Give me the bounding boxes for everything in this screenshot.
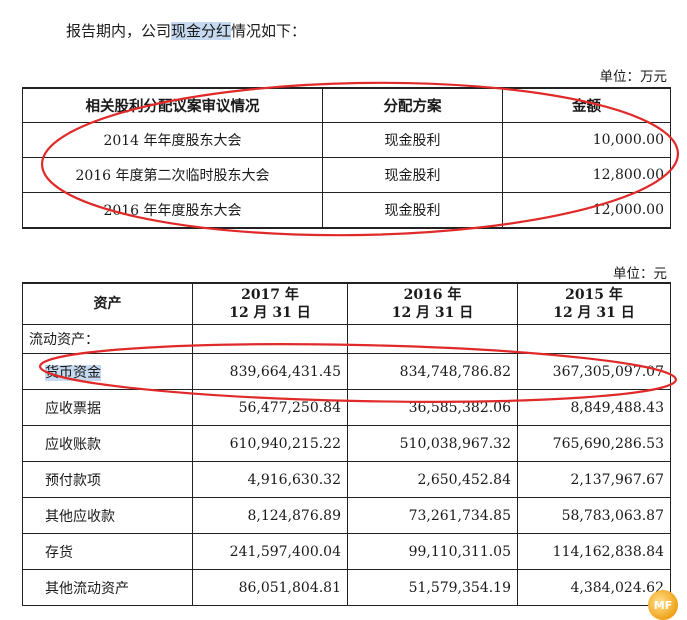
value-cell: 86,051,804.81 <box>192 569 348 606</box>
value-cell: 8,849,488.43 <box>517 389 671 426</box>
plan-cell: 现金股利 <box>322 157 503 193</box>
section-row: 流动资产： <box>22 324 671 354</box>
value-cell: 834,748,786.82 <box>347 353 518 390</box>
asset-row: 其他应收款 8,124,876.89 73,261,734.85 58,783,… <box>22 497 671 534</box>
asset-name-cell: 预付款项 <box>22 461 193 498</box>
dividend-table: 相关股利分配议案审议情况 分配方案 金额 2014 年年度股东大会 现金股利 1… <box>22 87 671 229</box>
plan-cell: 现金股利 <box>322 122 503 158</box>
value-cell: 58,783,063.87 <box>517 497 671 534</box>
meeting-cell: 2016 年度第二次临时股东大会 <box>22 157 323 193</box>
dividend-header-cell: 金额 <box>502 87 671 123</box>
date-label: 12 月 31 日 <box>229 305 311 321</box>
asset-name-highlight: 货币资金 <box>45 364 101 381</box>
value-cell: 51,579,354.19 <box>347 569 518 606</box>
dividend-row: 2016 年度第二次临时股东大会 现金股利 12,800.00 <box>22 157 671 193</box>
value-cell: 36,585,382.06 <box>347 389 518 426</box>
value-cell: 8,124,876.89 <box>192 497 348 534</box>
section-label: 流动资产： <box>22 324 193 354</box>
value-cell: 4,916,630.32 <box>192 461 348 498</box>
value-cell: 99,110,311.05 <box>347 533 518 570</box>
intro-highlight: 现金分红 <box>171 22 232 40</box>
meeting-cell: 2014 年年度股东大会 <box>22 122 323 158</box>
intro-before: 报告期内，公司 <box>66 22 172 40</box>
asset-row: 货币资金 839,664,431.45 834,748,786.82 367,3… <box>22 353 671 390</box>
value-cell: 839,664,431.45 <box>192 353 348 390</box>
value-cell: 2,137,967.67 <box>517 461 671 498</box>
year-header-cell: 2015 年 12 月 31 日 <box>517 282 671 325</box>
intro-after: 情况如下： <box>231 22 307 40</box>
dividend-header-cell: 相关股利分配议案审议情况 <box>22 87 323 123</box>
asset-header-cell: 资产 <box>22 282 193 325</box>
dividend-header-row: 相关股利分配议案审议情况 分配方案 金额 <box>22 87 671 123</box>
asset-name-cell: 货币资金 <box>22 353 193 390</box>
asset-row: 其他流动资产 86,051,804.81 51,579,354.19 4,384… <box>22 569 671 606</box>
asset-name-cell: 应收票据 <box>22 389 193 426</box>
year-header-cell: 2017 年 12 月 31 日 <box>192 282 348 325</box>
value-cell: 56,477,250.84 <box>192 389 348 426</box>
watermark-logo: MF <box>648 590 678 620</box>
value-cell: 765,690,286.53 <box>517 425 671 462</box>
amount-cell: 10,000.00 <box>502 122 671 158</box>
date-label: 12 月 31 日 <box>553 305 635 321</box>
empty-cell <box>192 324 348 354</box>
asset-unit-label: 单位：元 <box>613 266 667 282</box>
dividend-unit-label: 单位：万元 <box>599 69 668 85</box>
asset-name-cell: 其他流动资产 <box>22 569 193 606</box>
asset-name-cell: 其他应收款 <box>22 497 193 534</box>
asset-name-cell: 应收账款 <box>22 425 193 462</box>
year-label: 2016 年 <box>403 287 462 303</box>
year-label: 2015 年 <box>565 287 623 303</box>
asset-row: 预付款项 4,916,630.32 2,650,452.84 2,137,967… <box>22 461 671 498</box>
value-cell: 114,162,838.84 <box>517 533 671 570</box>
value-cell: 610,940,215.22 <box>192 425 348 462</box>
year-label: 2017 年 <box>241 287 299 303</box>
asset-header-row: 资产 2017 年 12 月 31 日 2016 年 12 月 31 日 2015 … <box>22 282 671 325</box>
asset-name-cell: 存货 <box>22 533 193 570</box>
amount-cell: 12,800.00 <box>502 157 671 193</box>
date-label: 12 月 31 日 <box>391 305 474 321</box>
amount-cell: 12,000.00 <box>502 192 671 229</box>
empty-cell <box>347 324 518 354</box>
year-header-cell: 2016 年 12 月 31 日 <box>347 282 518 325</box>
value-cell: 241,597,400.04 <box>192 533 348 570</box>
asset-row: 应收票据 56,477,250.84 36,585,382.06 8,849,4… <box>22 389 671 426</box>
value-cell: 367,305,097.07 <box>517 353 671 390</box>
asset-row: 存货 241,597,400.04 99,110,311.05 114,162,… <box>22 533 671 570</box>
plan-cell: 现金股利 <box>322 192 503 229</box>
value-cell: 510,038,967.32 <box>347 425 518 462</box>
dividend-header-cell: 分配方案 <box>322 87 503 123</box>
asset-row: 应收账款 610,940,215.22 510,038,967.32 765,6… <box>22 425 671 462</box>
intro-text: 报告期内，公司现金分红情况如下： <box>66 20 306 41</box>
empty-cell <box>517 324 671 354</box>
asset-table: 资产 2017 年 12 月 31 日 2016 年 12 月 31 日 2015 … <box>22 282 671 606</box>
meeting-cell: 2016 年年度股东大会 <box>22 192 323 229</box>
dividend-row: 2016 年年度股东大会 现金股利 12,000.00 <box>22 192 671 229</box>
value-cell: 73,261,734.85 <box>347 497 518 534</box>
value-cell: 2,650,452.84 <box>347 461 518 498</box>
dividend-row: 2014 年年度股东大会 现金股利 10,000.00 <box>22 122 671 158</box>
